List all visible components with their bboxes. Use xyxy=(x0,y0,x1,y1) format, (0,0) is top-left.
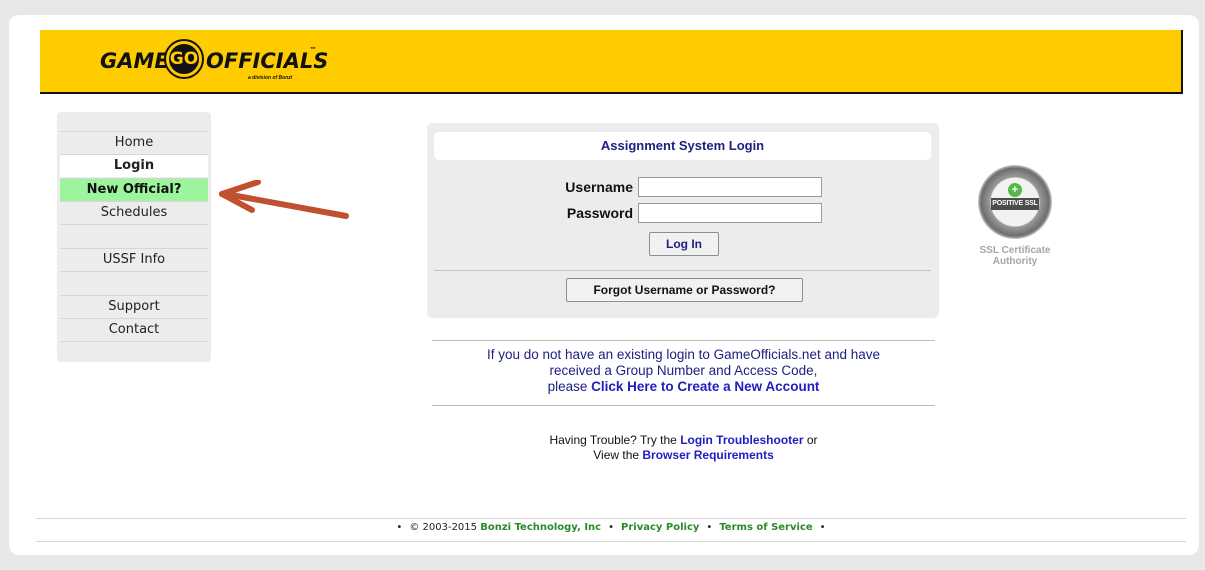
sidebar-spacer xyxy=(60,271,208,294)
sidebar-nav: Home Login New Official? Schedules USSF … xyxy=(57,112,211,362)
footer-divider-top xyxy=(36,518,1186,519)
ssl-certificate-badge[interactable]: + POSITIVE SSL SSL Certificate Authority xyxy=(970,165,1060,267)
ssl-caption: SSL Certificate Authority xyxy=(970,245,1060,267)
sidebar-item-schedules[interactable]: Schedules xyxy=(60,201,208,224)
login-panel: Assignment System Login Username Passwor… xyxy=(427,123,939,318)
log-in-button[interactable]: Log In xyxy=(649,232,719,256)
browser-requirements-link[interactable]: Browser Requirements xyxy=(642,448,773,462)
trouble-line1: Having Trouble? Try the Login Troublesho… xyxy=(432,433,935,448)
logo-trademark: ™ xyxy=(310,47,316,53)
forgot-credentials-button[interactable]: Forgot Username or Password? xyxy=(566,278,803,302)
ssl-seal-icon: + POSITIVE SSL xyxy=(978,165,1052,239)
footer-copyright: © 2003-2015 xyxy=(409,522,481,533)
logo-subtitle: a division of Bonzi xyxy=(248,75,293,81)
sidebar-spacer xyxy=(60,224,208,247)
create-account-link[interactable]: Click Here to Create a New Account xyxy=(591,379,819,394)
footer-bullet: • xyxy=(706,522,713,533)
password-input[interactable] xyxy=(638,203,822,223)
trouble-prefix: Having Trouble? Try the xyxy=(549,433,681,447)
ssl-caption-line1: SSL Certificate xyxy=(979,245,1051,256)
info-line1: If you do not have an existing login to … xyxy=(487,347,880,362)
footer-bullet: • xyxy=(608,522,615,533)
sidebar-divider xyxy=(60,341,208,342)
login-troubleshooter-link[interactable]: Login Troubleshooter xyxy=(680,433,803,447)
sidebar-item-contact[interactable]: Contact xyxy=(60,318,208,341)
sidebar-item-login[interactable]: Login xyxy=(60,154,208,177)
view-prefix: View the xyxy=(593,448,643,462)
info-line2: received a Group Number and Access Code, xyxy=(549,363,818,378)
info-line3: please Click Here to Create a New Accoun… xyxy=(432,379,935,395)
info-line3-prefix: please xyxy=(547,379,592,394)
annotation-arrow-icon xyxy=(219,180,349,219)
login-title: Assignment System Login xyxy=(434,132,931,160)
trouble-or: or xyxy=(803,433,818,447)
company-link[interactable]: Bonzi Technology, Inc xyxy=(480,522,601,533)
plus-icon: + xyxy=(1008,183,1022,197)
privacy-policy-link[interactable]: Privacy Policy xyxy=(621,522,699,533)
ssl-caption-line2: Authority xyxy=(992,256,1038,267)
login-divider xyxy=(434,270,931,271)
sidebar-item-home[interactable]: Home xyxy=(60,131,208,154)
terms-of-service-link[interactable]: Terms of Service xyxy=(719,522,812,533)
password-label: Password xyxy=(566,205,633,221)
trouble-line2: View the Browser Requirements xyxy=(432,448,935,463)
sidebar-item-ussf-info[interactable]: USSF Info xyxy=(60,248,208,271)
footer-bullet: • xyxy=(819,522,826,533)
logo-go-circle: GO xyxy=(164,39,204,79)
trouble-help: Having Trouble? Try the Login Troublesho… xyxy=(432,433,935,463)
footer: • © 2003-2015 Bonzi Technology, Inc • Priva… xyxy=(36,522,1186,533)
sidebar-item-support[interactable]: Support xyxy=(60,295,208,318)
sidebar-item-new-official[interactable]: New Official? xyxy=(60,178,208,201)
username-input[interactable] xyxy=(638,177,822,197)
header-banner: GAME GO OFFICIALS ™ a division of Bonzi xyxy=(40,30,1183,94)
footer-bullet: • xyxy=(396,522,403,533)
ssl-badge-text: POSITIVE SSL xyxy=(991,198,1039,210)
logo-word-game: GAME xyxy=(100,49,169,73)
username-label: Username xyxy=(565,179,633,195)
footer-divider-bottom xyxy=(36,541,1186,542)
new-account-info: If you do not have an existing login to … xyxy=(432,340,935,406)
